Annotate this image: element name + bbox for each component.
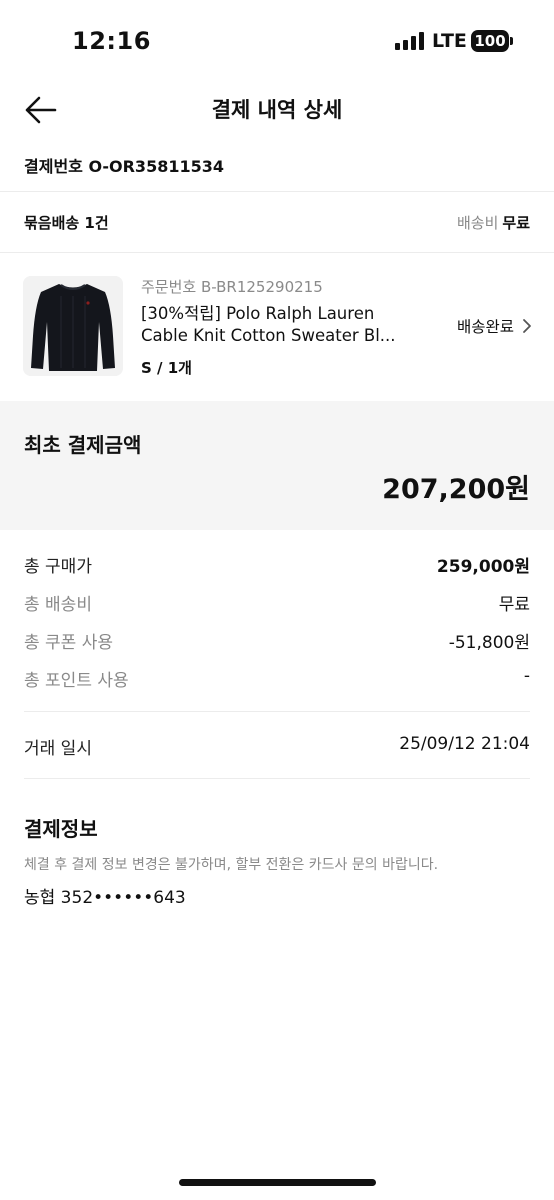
delivery-status-link[interactable]: 배송완료 <box>457 315 532 337</box>
product-name-line2: Cable Knit Cotton Sweater Bl... <box>141 326 396 345</box>
network-label: LTE <box>432 30 467 52</box>
summary-row-coupon: 총 쿠폰 사용 -51,800원 <box>24 628 530 653</box>
payment-info-title: 결제정보 <box>24 817 98 841</box>
initial-total-value: 207,200원 <box>382 474 530 505</box>
status-time: 12:16 <box>72 27 151 55</box>
payment-info-notice: 체결 후 결제 정보 변경은 불가하며, 할부 전환은 카드사 문의 바랍니다. <box>24 857 439 873</box>
delivery-status-label: 배송완료 <box>456 318 514 336</box>
product-card[interactable]: 주문번호 B-BR125290215 [30%적립] Polo Ralph La… <box>0 253 554 400</box>
transaction-date-value: 25/09/12 21:04 <box>399 734 530 754</box>
signal-icon <box>395 32 425 50</box>
shipping-fee-label: 배송비 <box>456 214 499 232</box>
chevron-right-icon <box>523 319 531 333</box>
product-option: S / 1개 <box>141 359 192 377</box>
product-name: [30%적립] Polo Ralph Lauren Cable Knit Cot… <box>141 303 426 347</box>
status-bar: 12:16 LTE 100 <box>0 0 554 82</box>
summary-row-points: 총 포인트 사용 - <box>24 666 530 691</box>
battery-icon: 100 <box>471 30 509 52</box>
summary-label: 총 쿠폰 사용 <box>24 633 114 653</box>
bundle-row: 묶음배송 1건 배송비 무료 <box>24 212 530 234</box>
initial-total-label: 최초 결제금액 <box>24 433 142 457</box>
divider <box>0 191 554 192</box>
product-image <box>23 276 123 376</box>
summary-value: -51,800원 <box>448 633 530 653</box>
order-number-row: 결제번호 O-OR35811534 <box>24 153 224 177</box>
summary-row-shipping: 총 배송비 무료 <box>24 590 530 615</box>
summary-label: 총 포인트 사용 <box>24 671 129 691</box>
bundle-label: 묶음배송 1건 <box>24 214 109 232</box>
summary-value: 무료 <box>498 595 530 615</box>
summary-label: 총 구매가 <box>24 557 92 577</box>
app-header: 결제 내역 상세 <box>0 82 554 138</box>
transaction-date-row: 거래 일시 25/09/12 21:04 <box>24 734 530 759</box>
shipping-fee-value: 무료 <box>502 214 530 232</box>
payment-card-number: 농협 352••••••643 <box>24 888 186 908</box>
summary-row-purchase: 총 구매가 259,000원 <box>24 552 530 577</box>
divider <box>24 778 530 779</box>
order-number-value: O-OR35811534 <box>88 157 224 176</box>
page-title: 결제 내역 상세 <box>211 98 343 122</box>
initial-total-section: 최초 결제금액 207,200원 <box>0 401 554 530</box>
summary-label: 총 배송비 <box>24 595 92 615</box>
product-name-line1: [30%적립] Polo Ralph Lauren <box>141 304 375 323</box>
product-order-number: 주문번호 B-BR125290215 <box>141 278 323 296</box>
sweater-image <box>23 276 123 376</box>
battery-tip <box>510 37 513 45</box>
order-number-label: 결제번호 <box>24 157 83 176</box>
summary-value: 259,000원 <box>436 557 530 577</box>
transaction-date-label: 거래 일시 <box>24 739 92 759</box>
divider <box>24 711 530 712</box>
home-indicator <box>179 1179 376 1186</box>
summary-value: - <box>523 666 530 686</box>
shipping-fee: 배송비 무료 <box>457 212 530 233</box>
